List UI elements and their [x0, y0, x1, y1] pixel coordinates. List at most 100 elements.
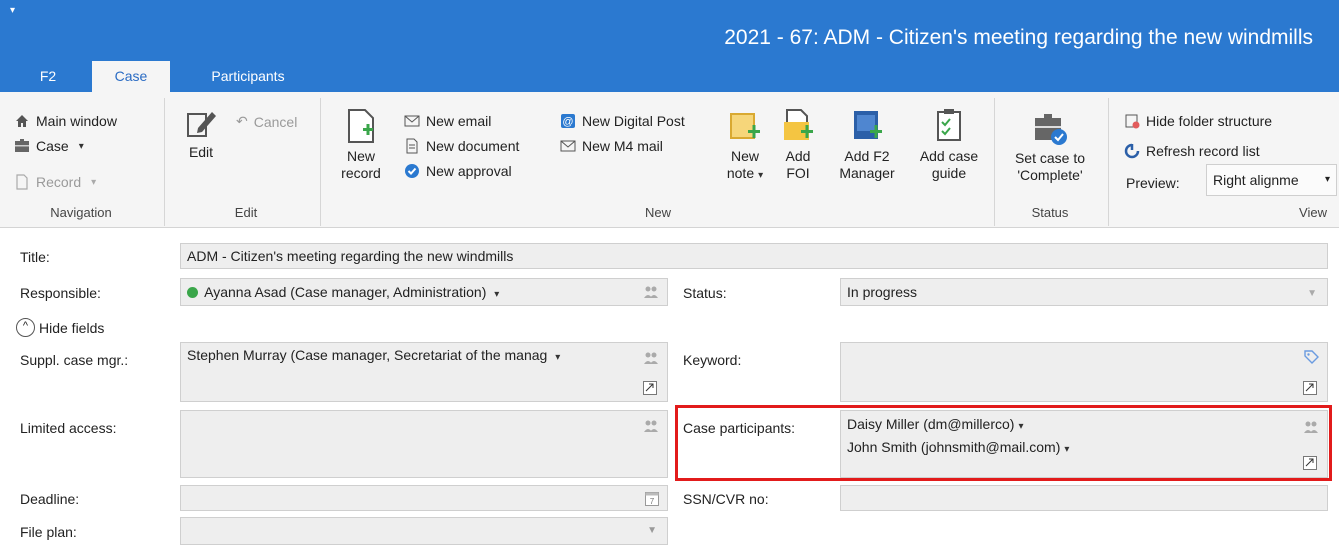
add-case-guide-label-1: Add case — [919, 148, 979, 164]
svg-text:@: @ — [562, 116, 573, 128]
file-plan-select[interactable]: ▼ — [180, 517, 668, 545]
chevron-down-icon: ▾ — [494, 289, 500, 300]
cancel-label: Cancel — [253, 113, 298, 130]
people-picker-icon[interactable] — [643, 351, 658, 365]
approval-check-icon — [404, 163, 420, 179]
new-document-button[interactable]: New document — [404, 138, 519, 154]
limited-access-field[interactable] — [180, 410, 668, 478]
file-plan-label: File plan: — [20, 524, 77, 540]
chevron-down-icon: ▾ — [758, 170, 764, 181]
set-complete-label-1: Set case to — [1014, 150, 1086, 166]
new-digital-post-label: New Digital Post — [582, 113, 685, 129]
folder-structure-icon — [1124, 113, 1140, 129]
status-value: In progress — [847, 284, 918, 300]
tag-icon[interactable] — [1303, 349, 1319, 364]
chevron-down-icon: ▾ — [78, 140, 84, 152]
note-icon — [728, 108, 762, 144]
ssn-cvr-field[interactable] — [840, 485, 1328, 511]
title-label: Title: — [20, 249, 50, 265]
title-value: ADM - Citizen's meeting regarding the ne… — [187, 248, 514, 264]
status-dot-icon — [187, 287, 198, 298]
case-guide-icon — [932, 108, 966, 144]
group-divider — [164, 98, 165, 226]
suppl-case-mgr-label: Suppl. case mgr.: — [20, 352, 129, 368]
new-email-button[interactable]: New email — [404, 113, 491, 129]
new-digital-post-button[interactable]: @ New Digital Post — [560, 113, 685, 129]
new-document-label: New document — [426, 138, 520, 154]
expand-field-icon[interactable] — [1303, 381, 1317, 395]
tab-case[interactable]: Case — [92, 61, 170, 92]
responsible-field[interactable]: Ayanna Asad (Case manager, Administratio… — [180, 278, 668, 306]
responsible-value: Ayanna Asad (Case manager, Administratio… — [204, 284, 487, 300]
title-field[interactable]: ADM - Citizen's meeting regarding the ne… — [180, 243, 1328, 269]
chevron-down-icon: ▾ — [1324, 174, 1330, 185]
new-approval-button[interactable]: New approval — [404, 163, 512, 179]
digital-post-icon: @ — [560, 113, 576, 129]
chevron-down-icon: ▾ — [91, 176, 97, 188]
chevron-down-icon: ▼ — [647, 525, 657, 536]
hide-fields-toggle[interactable]: ^ Hide fields — [16, 318, 104, 337]
group-label-edit: Edit — [234, 205, 258, 220]
chevron-up-icon: ^ — [16, 318, 35, 337]
add-foi-label-1: Add — [785, 148, 811, 164]
case-menu-button[interactable]: Case ▾ — [14, 138, 84, 154]
edit-pencil-icon — [184, 106, 218, 140]
tab-participants[interactable]: Participants — [186, 61, 310, 92]
preview-select[interactable]: Right alignme ▾ — [1206, 164, 1337, 196]
hide-folder-structure-label: Hide folder structure — [1146, 113, 1273, 129]
people-picker-icon[interactable] — [643, 419, 658, 433]
record-menu-button[interactable]: Record ▾ — [14, 174, 96, 190]
deadline-label: Deadline: — [20, 491, 80, 507]
main-window-label: Main window — [36, 113, 117, 129]
ssn-cvr-label: SSN/CVR no: — [683, 491, 769, 507]
refresh-icon — [1124, 143, 1140, 159]
status-label: Status: — [683, 285, 727, 301]
cancel-button[interactable]: ↶ Cancel — [236, 113, 297, 130]
suppl-case-mgr-value: Stephen Murray (Case manager, Secretaria… — [187, 347, 548, 363]
add-foi-button[interactable]: Add FOI — [778, 108, 818, 182]
main-window-button[interactable]: Main window — [14, 113, 117, 129]
title-bar: ▾ 2021 - 67: ADM - Citizen's meeting reg… — [0, 0, 1339, 92]
expand-field-icon[interactable] — [643, 381, 657, 395]
new-note-label-1: New — [730, 148, 759, 164]
limited-access-label: Limited access: — [20, 420, 117, 436]
new-record-label-2: record — [341, 165, 381, 181]
people-picker-icon[interactable] — [643, 285, 658, 299]
case-icon — [14, 138, 30, 154]
suppl-case-mgr-field[interactable]: Stephen Murray (Case manager, Secretaria… — [180, 342, 668, 402]
email-icon — [404, 113, 420, 129]
add-case-guide-button[interactable]: Add case guide — [912, 108, 986, 182]
home-icon — [14, 113, 30, 129]
preview-label: Preview: — [1126, 175, 1180, 191]
responsible-label: Responsible: — [20, 285, 101, 301]
chevron-down-icon: ▼ — [1307, 288, 1317, 299]
participants-highlight-box — [675, 405, 1332, 481]
group-divider — [320, 98, 321, 226]
group-divider — [994, 98, 995, 226]
deadline-field[interactable]: 7 — [180, 485, 668, 511]
quick-access-menu-icon[interactable]: ▾ — [10, 5, 15, 16]
case-complete-icon — [1032, 112, 1068, 146]
new-approval-label: New approval — [426, 163, 512, 179]
add-f2-manager-button[interactable]: Add F2 Manager — [832, 108, 902, 182]
window-title: 2021 - 67: ADM - Citizen's meeting regar… — [724, 26, 1313, 49]
add-foi-icon — [781, 108, 815, 144]
record-menu-label: Record — [36, 174, 82, 190]
status-select[interactable]: In progress ▼ — [840, 278, 1328, 306]
calendar-icon[interactable]: 7 — [645, 490, 659, 506]
group-label-status: Status — [1031, 205, 1069, 220]
group-label-navigation: Navigation — [50, 205, 112, 220]
edit-button[interactable]: Edit — [176, 106, 226, 161]
hide-folder-structure-button[interactable]: Hide folder structure — [1124, 113, 1272, 129]
document-icon — [404, 138, 420, 154]
group-label-view: View — [1299, 205, 1327, 220]
tab-f2[interactable]: F2 — [20, 61, 76, 92]
keyword-field[interactable] — [840, 342, 1328, 402]
new-record-button[interactable]: New record — [336, 108, 386, 182]
ribbon: Main window Case ▾ Record ▾ Navigation E… — [0, 92, 1339, 228]
new-m4-mail-button[interactable]: New M4 mail — [560, 138, 663, 154]
set-case-complete-button[interactable]: Set case to 'Complete' — [1004, 112, 1096, 184]
new-note-button[interactable]: New note ▾ — [722, 108, 768, 184]
add-case-guide-label-2: guide — [931, 165, 967, 181]
refresh-record-list-button[interactable]: Refresh record list — [1124, 143, 1260, 159]
